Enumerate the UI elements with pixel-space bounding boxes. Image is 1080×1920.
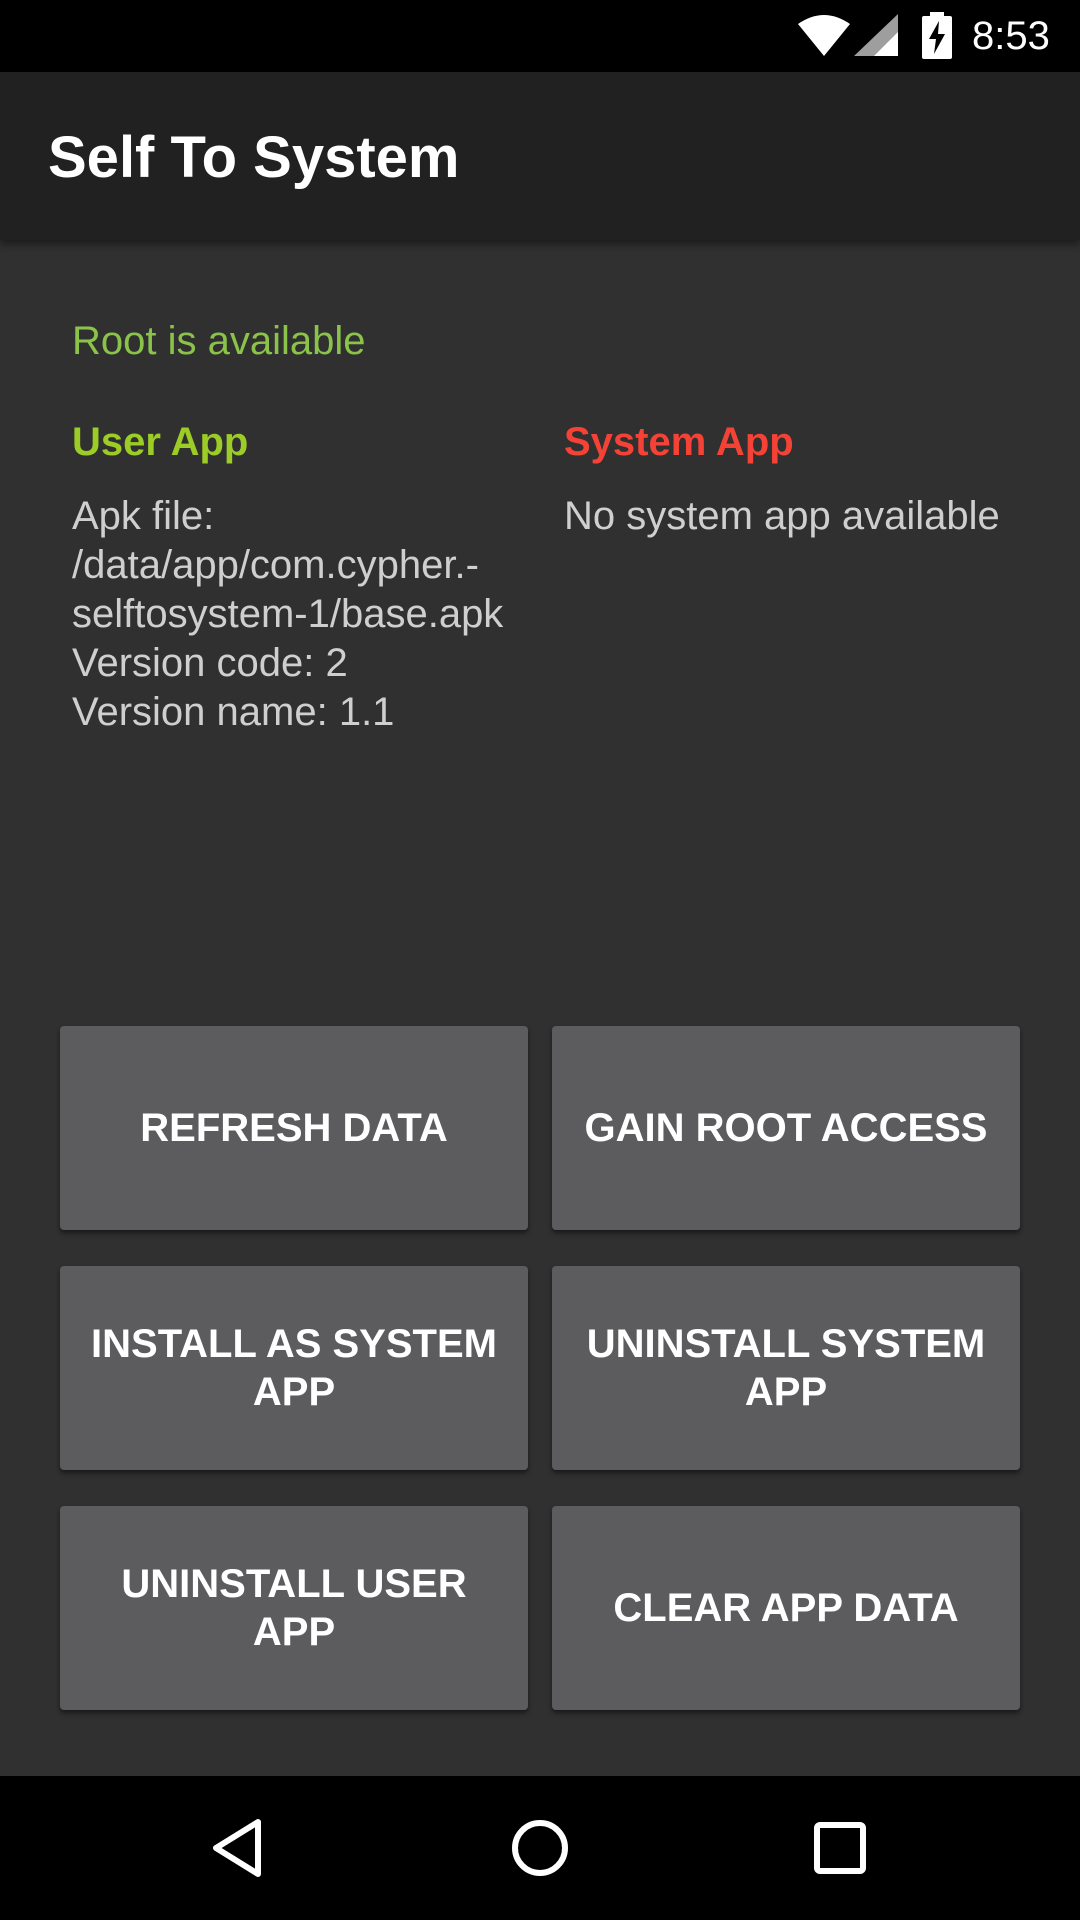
navigation-bar bbox=[0, 1776, 1080, 1920]
uninstall-system-app-button[interactable]: UNINSTALL SYSTEM APP bbox=[552, 1266, 1020, 1470]
user-app-section: User App Apk file: /data/app/com.cypher.… bbox=[72, 418, 512, 737]
clear-app-data-button[interactable]: CLEAR APP DATA bbox=[552, 1506, 1020, 1710]
uninstall-user-app-label: UNINSTALL USER APP bbox=[121, 1562, 467, 1654]
gain-root-access-button[interactable]: GAIN ROOT ACCESS bbox=[552, 1026, 1020, 1230]
system-app-details: No system app available bbox=[564, 494, 1000, 538]
app-title: Self To System bbox=[48, 125, 460, 190]
wifi-icon bbox=[796, 12, 852, 63]
install-as-system-app-label: INSTALL AS SYSTEM APP bbox=[91, 1322, 497, 1414]
root-status-text: Root is available bbox=[72, 319, 366, 363]
screen: 8:53 Self To System Root is available Us… bbox=[0, 0, 1080, 1920]
clock: 8:53 bbox=[972, 14, 1050, 58]
clear-app-data-label: CLEAR APP DATA bbox=[613, 1586, 959, 1630]
gain-root-access-label: GAIN ROOT ACCESS bbox=[584, 1106, 988, 1150]
status-bar: 8:53 bbox=[0, 0, 1080, 72]
refresh-data-label: REFRESH DATA bbox=[140, 1106, 448, 1150]
uninstall-system-app-label: UNINSTALL SYSTEM APP bbox=[586, 1322, 986, 1414]
install-as-system-app-button[interactable]: INSTALL AS SYSTEM APP bbox=[60, 1266, 528, 1470]
user-app-heading: User App bbox=[72, 420, 249, 464]
system-app-heading: System App bbox=[564, 420, 794, 464]
system-app-section: System App No system app available bbox=[564, 418, 1004, 541]
app-bar: Self To System bbox=[0, 72, 1080, 240]
back-icon[interactable] bbox=[200, 1808, 280, 1888]
home-icon[interactable] bbox=[500, 1808, 580, 1888]
refresh-data-button[interactable]: REFRESH DATA bbox=[60, 1026, 528, 1230]
main-content: Root is available User App Apk file: /da… bbox=[0, 240, 1080, 1776]
uninstall-user-app-button[interactable]: UNINSTALL USER APP bbox=[60, 1506, 528, 1710]
battery-charging-icon bbox=[920, 12, 954, 65]
user-app-details: Apk file: /data/app/com.cypher.-selftosy… bbox=[72, 494, 504, 734]
cell-signal-icon bbox=[852, 12, 900, 63]
recents-icon[interactable] bbox=[800, 1808, 880, 1888]
